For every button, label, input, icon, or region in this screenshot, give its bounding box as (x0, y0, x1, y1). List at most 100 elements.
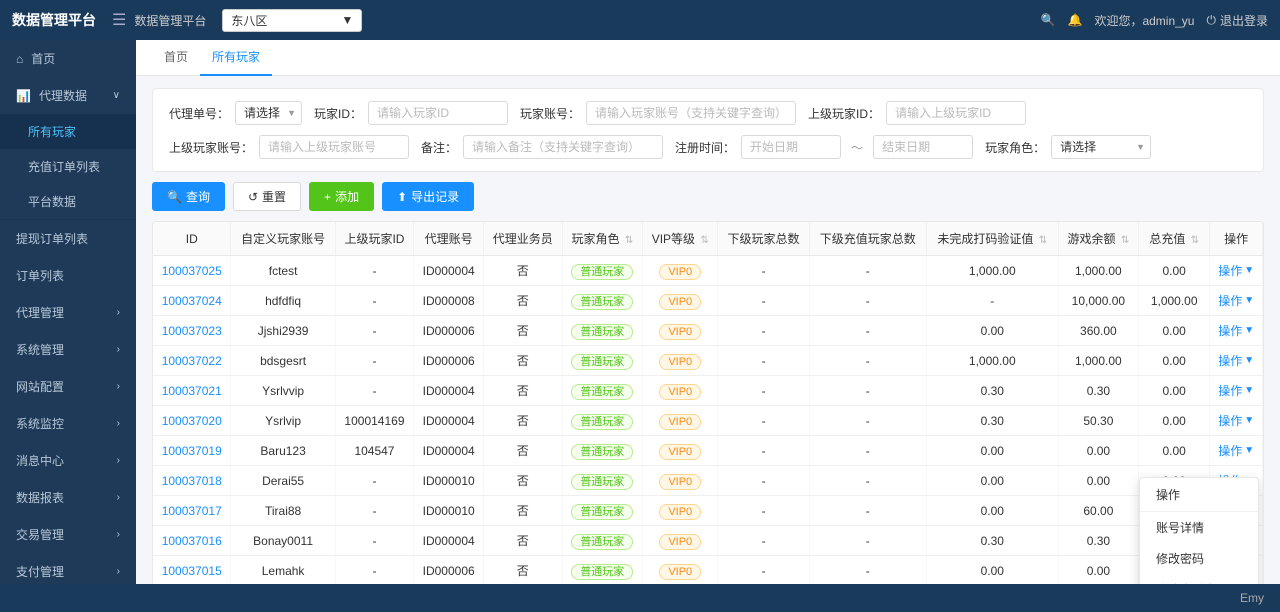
player-account-label: 玩家账号： (520, 105, 580, 122)
cell-sub-total: - (718, 526, 809, 556)
sidebar-item-platform-data[interactable]: 平台数据 (0, 184, 136, 219)
dropdown-item-account-detail[interactable]: 账号详情 (1140, 512, 1258, 543)
cell-action: 操作▼ (1210, 406, 1263, 436)
player-id-label: 玩家ID： (314, 105, 362, 122)
player-id-link[interactable]: 100037022 (162, 354, 222, 368)
player-id-link[interactable]: 100037016 (162, 534, 222, 548)
col-total-recharge: 总充值 ⇅ (1139, 222, 1210, 256)
action-button[interactable]: 操作▼ (1216, 442, 1256, 459)
logout-button[interactable]: ⏻ 退出登录 (1206, 12, 1268, 29)
table-row: 100037018Derai55-ID000010否普通玩家VIP0--0.00… (153, 466, 1263, 496)
date-range-separator: ～ (851, 139, 863, 156)
col-sub-total: 下级玩家总数 (718, 222, 809, 256)
sidebar-item-agent-mgmt[interactable]: 代理管理 › (0, 294, 136, 331)
remark-input[interactable] (463, 135, 663, 159)
player-id-link[interactable]: 100037020 (162, 414, 222, 428)
table-row: 100037019Baru123104547ID000004否普通玩家VIP0-… (153, 436, 1263, 466)
player-id-link[interactable]: 100037015 (162, 564, 222, 578)
player-id-input[interactable] (368, 101, 508, 125)
cell-superior-id: - (335, 496, 414, 526)
menu-icon[interactable]: ☰ (112, 10, 126, 30)
cell-vip: VIP0 (643, 286, 718, 316)
cell-sub-total: - (718, 496, 809, 526)
export-button[interactable]: ⬆ 导出记录 (382, 182, 474, 211)
cell-action: 操作▼ (1210, 376, 1263, 406)
cell-superior-id: 100014169 (335, 406, 414, 436)
action-button[interactable]: 操作▼ (1216, 322, 1256, 339)
sidebar-item-agent-data[interactable]: 📊 代理数据 ∨ (0, 77, 136, 114)
add-button[interactable]: + 添加 (309, 182, 374, 211)
cell-total-recharge: 0.00 (1139, 256, 1210, 286)
tab-home[interactable]: 首页 (152, 40, 200, 76)
tab-all-players[interactable]: 所有玩家 (200, 40, 272, 76)
player-id-link[interactable]: 100037025 (162, 264, 222, 278)
player-id-link[interactable]: 100037024 (162, 294, 222, 308)
sidebar-item-home[interactable]: ⌂ 首页 (0, 40, 136, 77)
cell-sub-total: - (718, 376, 809, 406)
cell-role: 普通玩家 (562, 436, 643, 466)
superior-player-id-input[interactable] (886, 101, 1026, 125)
player-id-link[interactable]: 100037021 (162, 384, 222, 398)
chevron-right-icon3: › (117, 381, 120, 392)
logo: 数据管理平台 (12, 10, 96, 30)
player-account-input[interactable] (586, 101, 796, 125)
sidebar-item-order-list[interactable]: 订单列表 (0, 257, 136, 294)
bell-icon[interactable]: 🔔 (1067, 13, 1082, 27)
cell-role: 普通玩家 (562, 496, 643, 526)
sidebar-item-recharge-list[interactable]: 充值订单列表 (0, 149, 136, 184)
cell-id: 100037019 (153, 436, 231, 466)
player-role-select[interactable]: 请选择 普通玩家 VIP玩家 (1051, 135, 1151, 159)
action-button[interactable]: 操作▼ (1216, 382, 1256, 399)
sidebar-item-website-config[interactable]: 网站配置 › (0, 368, 136, 405)
footer-text: Emy (1240, 591, 1264, 605)
sidebar-item-data-report[interactable]: 数据报表 › (0, 479, 136, 516)
header-icons: 🔍 🔔 欢迎您，admin_yu ⏻ 退出登录 (1041, 12, 1268, 29)
end-date-input[interactable] (873, 135, 973, 159)
sidebar-item-all-players[interactable]: 所有玩家 (0, 114, 136, 149)
cell-agent-no: ID000008 (414, 286, 484, 316)
sidebar-item-pending-orders[interactable]: 提现订单列表 (0, 220, 136, 257)
dropdown-item-change-password[interactable]: 修改密码 (1140, 543, 1258, 574)
cell-id: 100037021 (153, 376, 231, 406)
dropdown-item-change-pay-password[interactable]: 修改支付密码 (1140, 574, 1258, 584)
superior-account-input[interactable] (259, 135, 409, 159)
cell-vip: VIP0 (643, 346, 718, 376)
cell-game-balance: 360.00 (1058, 316, 1138, 346)
page-content: 代理单号： 请选择 玩家ID： 玩家账号： (136, 76, 1280, 584)
reset-button[interactable]: ↺ 重置 (233, 182, 301, 211)
sidebar-item-system-mgmt[interactable]: 系统管理 › (0, 331, 136, 368)
cell-game-balance: 0.00 (1058, 466, 1138, 496)
agent-no-label: 代理单号： (169, 105, 229, 122)
cell-superior-id: - (335, 346, 414, 376)
sidebar-item-payment-mgmt[interactable]: 支付管理 › (0, 553, 136, 584)
action-button[interactable]: 操作▼ (1216, 412, 1256, 429)
player-id-link[interactable]: 100037019 (162, 444, 222, 458)
agent-no-select[interactable]: 请选择 (235, 101, 302, 125)
sidebar-item-message-center[interactable]: 消息中心 › (0, 442, 136, 479)
region-select[interactable]: 东八区 ▼ (222, 9, 362, 32)
welcome-text: 欢迎您，admin_yu (1094, 12, 1194, 29)
start-date-input[interactable] (741, 135, 841, 159)
cell-vip: VIP0 (643, 466, 718, 496)
cell-total-recharge: 0.00 (1139, 406, 1210, 436)
search-icon[interactable]: 🔍 (1041, 13, 1056, 27)
sidebar-item-system-monitor[interactable]: 系统监控 › (0, 405, 136, 442)
cell-id: 100037015 (153, 556, 231, 585)
player-id-link[interactable]: 100037017 (162, 504, 222, 518)
home-icon: ⌂ (16, 52, 23, 66)
cell-role: 普通玩家 (562, 526, 643, 556)
cell-game-balance: 0.00 (1058, 436, 1138, 466)
table-header-row: ID 自定义玩家账号 上级玩家ID 代理账号 代理业务员 玩家角色 ⇅ VIP等… (153, 222, 1263, 256)
cell-game-balance: 0.30 (1058, 376, 1138, 406)
action-button[interactable]: 操作▼ (1216, 262, 1256, 279)
sidebar: ⌂ 首页 📊 代理数据 ∨ 所有玩家 充值订单列表 平台数据 提现订单列表 订单… (0, 40, 136, 584)
cell-sub-recharge: - (809, 526, 926, 556)
action-button[interactable]: 操作▼ (1216, 292, 1256, 309)
search-button[interactable]: 🔍 查询 (152, 182, 225, 211)
player-id-link[interactable]: 100037023 (162, 324, 222, 338)
player-id-link[interactable]: 100037018 (162, 474, 222, 488)
sidebar-item-trade-mgmt[interactable]: 交易管理 › (0, 516, 136, 553)
cell-sub-recharge: - (809, 346, 926, 376)
action-button[interactable]: 操作▼ (1216, 352, 1256, 369)
platform-label: 数据管理平台 (134, 12, 206, 29)
